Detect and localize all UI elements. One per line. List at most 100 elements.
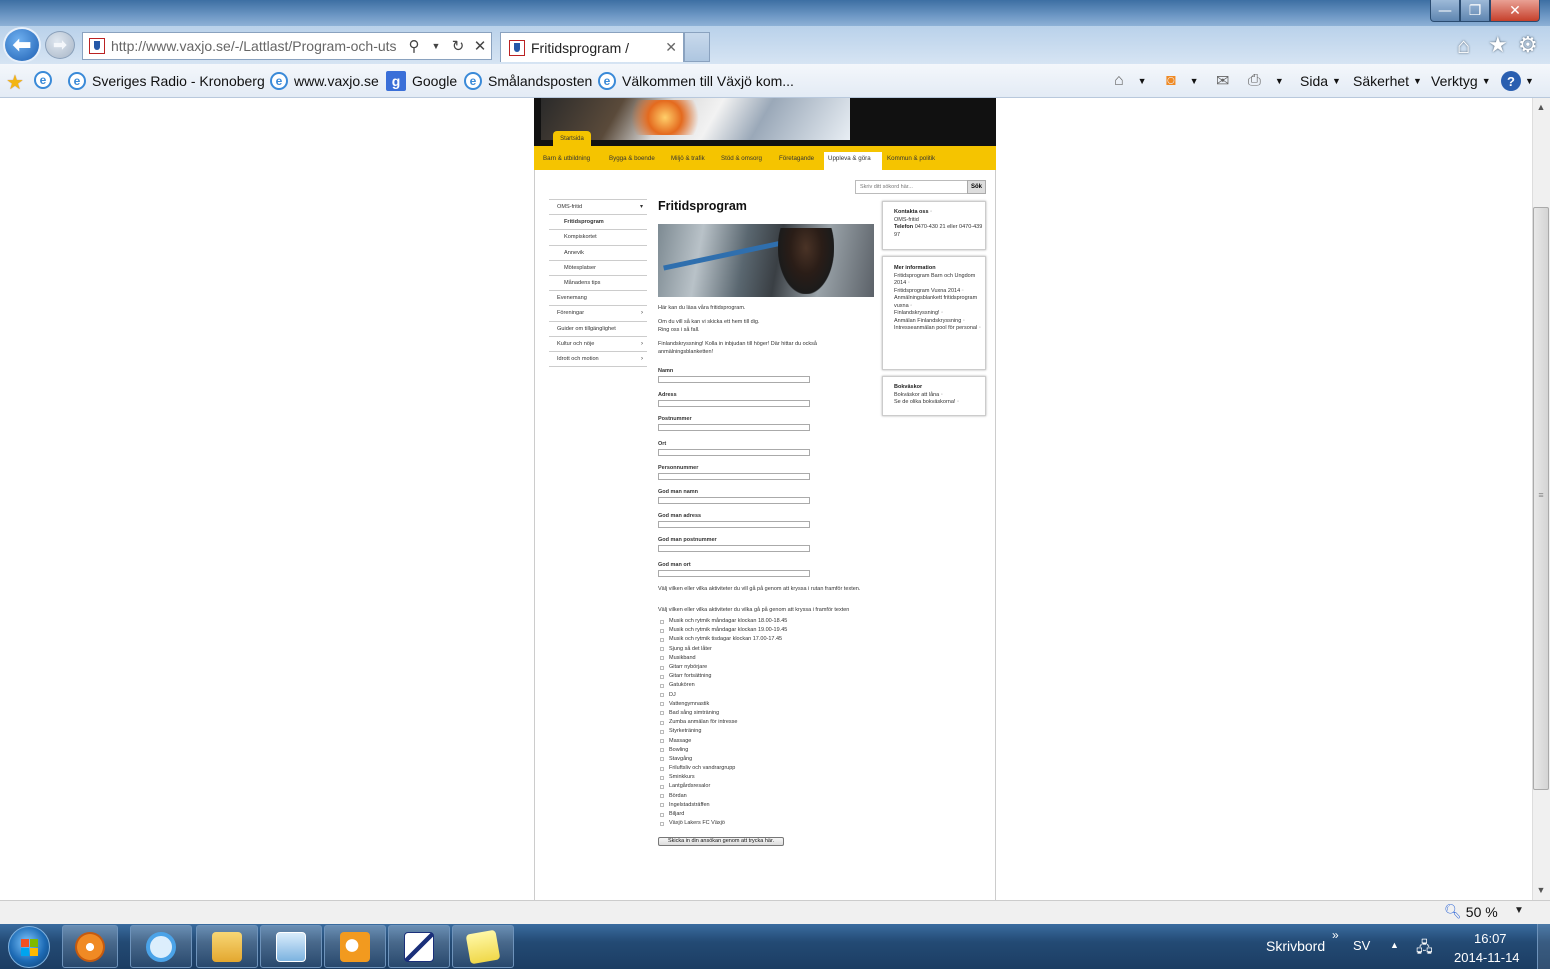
back-button[interactable]: ⬅ [3, 27, 41, 63]
menu-item-guider[interactable]: Guider om tillgänglighet [549, 322, 647, 337]
checkbox[interactable] [660, 812, 664, 817]
zoom-dropdown-icon[interactable]: ▼ [1514, 905, 1524, 916]
nav-bygga-boende[interactable]: Bygga & boende [609, 155, 655, 170]
scroll-up-icon[interactable]: ▲ [1533, 99, 1549, 115]
home-icon[interactable]: ⌂ [1457, 33, 1470, 59]
sidebar-link[interactable]: Intresseanmälan pool för personal ▫ [894, 325, 985, 333]
site-search-button[interactable]: Sök [967, 180, 986, 194]
zoom-control[interactable]: 🔍︎ 50 % [1444, 903, 1498, 920]
site-search-input[interactable]: Skriv ditt sökord här... [855, 180, 968, 194]
taskbar-journal[interactable] [388, 925, 450, 968]
checkbox[interactable] [660, 784, 664, 789]
search-icon[interactable]: ⚲ [403, 37, 425, 55]
text-input[interactable] [658, 424, 810, 432]
checkbox[interactable] [660, 803, 664, 808]
activity-option[interactable]: Musik och rytmik måndagar klockan 18.00-… [658, 617, 858, 626]
checkbox[interactable] [660, 757, 664, 762]
checkbox[interactable] [660, 637, 664, 642]
activity-option[interactable]: Vattengymnastik [658, 700, 858, 709]
activity-option[interactable]: DJ [658, 691, 858, 700]
taskbar-app[interactable] [260, 925, 322, 968]
checkbox[interactable] [660, 739, 664, 744]
nav-miljo-trafik[interactable]: Miljö & trafik [671, 155, 705, 170]
activity-option[interactable]: Gitarr fortsättning [658, 672, 858, 681]
menu-item-motesplatser[interactable]: Mötesplatser [549, 261, 647, 276]
taskbar-sticky-notes[interactable] [452, 925, 514, 968]
favorites-center-icon[interactable]: ★ [6, 70, 24, 95]
print-command[interactable]: ⎙ ▼ [1248, 69, 1284, 93]
activity-option[interactable]: Friluftsliv och vandrargrupp [658, 764, 858, 773]
checkbox[interactable] [660, 665, 664, 670]
sidebar-link[interactable]: Fritidsprogram Barn och Ungdom 2014 ▫ [894, 273, 985, 288]
safety-menu[interactable]: Säkerhet ▼ [1353, 69, 1422, 93]
start-button[interactable] [8, 926, 50, 968]
url-text[interactable]: http://www.vaxjo.se/-/Lattlast/Program-o… [111, 38, 403, 54]
checkbox[interactable] [660, 674, 664, 679]
nav-uppleva-gora[interactable]: Uppleva & göra [828, 155, 871, 170]
favorite-link[interactable]: e Sveriges Radio - Kronoberg [68, 69, 265, 93]
feeds-command[interactable]: ◙ ▼ [1166, 69, 1199, 93]
checkbox[interactable] [660, 821, 664, 826]
startsida-tab[interactable]: Startsida [553, 131, 591, 147]
network-icon[interactable]: 🖧︎ [1416, 937, 1433, 962]
activity-option[interactable]: Musikband [658, 654, 858, 663]
text-input[interactable] [658, 400, 810, 408]
checkbox[interactable] [660, 748, 664, 753]
text-input[interactable] [658, 472, 810, 480]
help-menu[interactable]: ? ▼ [1501, 69, 1534, 93]
text-input[interactable] [658, 448, 810, 456]
nav-foretagande[interactable]: Företagande [779, 155, 814, 170]
checkbox[interactable] [660, 711, 664, 716]
activity-option[interactable]: Växjö Lakers FC Växjö [658, 819, 858, 828]
show-desktop-button[interactable] [1537, 924, 1550, 969]
activity-option[interactable]: Musik och rytmik tisdagar klockan 17.00-… [658, 635, 858, 644]
activity-option[interactable]: Bördan [658, 792, 858, 801]
show-hidden-icons-icon[interactable]: ▲ [1390, 940, 1399, 950]
nav-stod-omsorg[interactable]: Stöd & omsorg [721, 155, 762, 170]
checkbox[interactable] [660, 619, 664, 624]
menu-item-foreningar[interactable]: Föreningar › [549, 306, 647, 322]
sidebar-link[interactable]: Fritidsprogram Vuxna 2014 ▫ [894, 288, 985, 296]
activity-option[interactable]: Bowling [658, 746, 858, 755]
desktop-toolbar[interactable]: Skrivbord [1266, 938, 1325, 954]
checkbox[interactable] [660, 693, 664, 698]
checkbox[interactable] [660, 683, 664, 688]
sidebar-link[interactable]: Se de olika bokväskorna! ▫ [894, 399, 985, 407]
text-input[interactable] [658, 569, 810, 577]
tab-close-icon[interactable]: ✕ [665, 39, 677, 56]
forward-button[interactable]: ➡ [45, 31, 75, 59]
dropdown-icon[interactable]: ▼ [425, 41, 447, 51]
checkbox[interactable] [660, 628, 664, 633]
close-window-button[interactable]: ✕ [1490, 0, 1540, 22]
activity-option[interactable]: Zumba anmälan för intresse [658, 718, 858, 727]
maximize-button[interactable]: ❐ [1460, 0, 1490, 22]
activity-option[interactable]: Sjung så det låter [658, 645, 858, 654]
menu-item-oms-fritid[interactable]: OMS-fritid ▾ [549, 200, 647, 216]
toolbar-chevron-icon[interactable]: » [1332, 928, 1339, 942]
menu-item-kompiskortet[interactable]: Kompiskortet [549, 230, 647, 246]
new-tab-button[interactable] [684, 32, 710, 62]
checkbox[interactable] [660, 702, 664, 707]
sidebar-link[interactable]: Anmälningsblankett fritidsprogram vuxna … [894, 295, 985, 310]
sidebar-link[interactable]: Anmälan Finlandskryssning ▫ [894, 318, 985, 326]
mail-command[interactable]: ✉ [1216, 69, 1229, 93]
favorite-link[interactable]: e Välkommen till Växjö kom... [598, 69, 794, 93]
menu-item-evenemang[interactable]: Evenemang [549, 291, 647, 307]
text-input[interactable] [658, 496, 810, 504]
taskbar-media-player[interactable] [62, 925, 118, 968]
activity-option[interactable]: Gatukören [658, 681, 858, 690]
activity-option[interactable]: Styrketräning [658, 727, 858, 736]
text-input[interactable] [658, 545, 810, 553]
activity-option[interactable]: Bad sång simträning [658, 709, 858, 718]
activity-option[interactable]: Gitarr nybörjare [658, 663, 858, 672]
checkbox[interactable] [660, 766, 664, 771]
favorite-link[interactable]: g Google [386, 69, 457, 93]
menu-item-kultur[interactable]: Kultur och nöje › [549, 337, 647, 352]
activity-option[interactable]: Massage [658, 736, 858, 745]
checkbox[interactable] [660, 647, 664, 652]
checkbox[interactable] [660, 720, 664, 725]
favorite-link[interactable]: e Smålandsposten [464, 69, 592, 93]
activity-option[interactable]: Ingelstadsträffen [658, 801, 858, 810]
favorites-star-icon[interactable]: ★ [1488, 32, 1508, 58]
activity-option[interactable]: Biljard [658, 810, 858, 819]
